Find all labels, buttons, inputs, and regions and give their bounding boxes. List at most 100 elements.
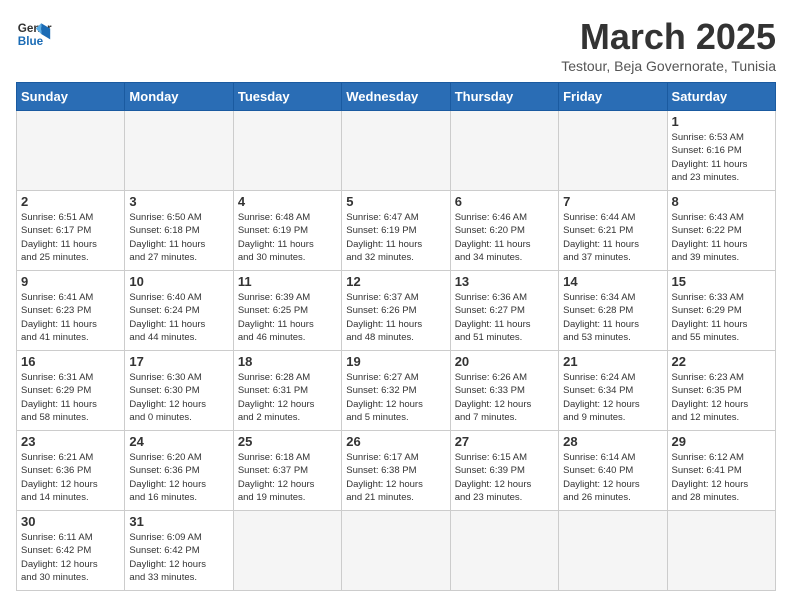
calendar-cell: 18Sunrise: 6:28 AM Sunset: 6:31 PM Dayli… xyxy=(233,351,341,431)
day-number: 13 xyxy=(455,274,554,289)
calendar-cell: 6 Sunrise: 6:46 AM Sunset: 6:20 PM Daylig… xyxy=(450,191,558,271)
day-info: Sunrise: 6:26 AM Sunset: 6:33 PM Dayligh… xyxy=(455,371,554,424)
day-number: 29 xyxy=(672,434,771,449)
calendar-cell: 24Sunrise: 6:20 AM Sunset: 6:36 PM Dayli… xyxy=(125,431,233,511)
day-info: Sunrise: 6:44 AM Sunset: 6:21 PM Dayligh… xyxy=(563,211,662,264)
calendar-cell: 28Sunrise: 6:14 AM Sunset: 6:40 PM Dayli… xyxy=(559,431,667,511)
calendar-cell xyxy=(450,111,558,191)
title-section: March 2025 Testour, Beja Governorate, Tu… xyxy=(561,16,776,74)
calendar-cell: 23 Sunrise: 6:21 AM Sunset: 6:36 PM Dayli… xyxy=(17,431,125,511)
calendar-cell: 30 Sunrise: 6:11 AM Sunset: 6:42 PM Dayli… xyxy=(17,511,125,591)
day-info: Sunrise: 6:43 AM Sunset: 6:22 PM Dayligh… xyxy=(672,211,771,264)
calendar-cell: 27Sunrise: 6:15 AM Sunset: 6:39 PM Dayli… xyxy=(450,431,558,511)
calendar-cell: 31 Sunrise: 6:09 AM Sunset: 6:42 PM Dayli… xyxy=(125,511,233,591)
day-number: 8 xyxy=(672,194,771,209)
day-number: 4 xyxy=(238,194,337,209)
week-row-3: 9Sunrise: 6:41 AM Sunset: 6:23 PM Daylig… xyxy=(17,271,776,351)
day-info: Sunrise: 6:23 AM Sunset: 6:35 PM Dayligh… xyxy=(672,371,771,424)
day-number: 25 xyxy=(238,434,337,449)
day-info: Sunrise: 6:33 AM Sunset: 6:29 PM Dayligh… xyxy=(672,291,771,344)
day-number: 6 xyxy=(455,194,554,209)
calendar-cell: 20Sunrise: 6:26 AM Sunset: 6:33 PM Dayli… xyxy=(450,351,558,431)
day-info: Sunrise: 6:48 AM Sunset: 6:19 PM Dayligh… xyxy=(238,211,337,264)
calendar-cell xyxy=(559,111,667,191)
day-info: Sunrise: 6:21 AM Sunset: 6:36 PM Dayligh… xyxy=(21,451,120,504)
day-info: Sunrise: 6:27 AM Sunset: 6:32 PM Dayligh… xyxy=(346,371,445,424)
calendar-cell: 12Sunrise: 6:37 AM Sunset: 6:26 PM Dayli… xyxy=(342,271,450,351)
week-row-1: 1Sunrise: 6:53 AM Sunset: 6:16 PM Daylig… xyxy=(17,111,776,191)
day-number: 3 xyxy=(129,194,228,209)
day-info: Sunrise: 6:51 AM Sunset: 6:17 PM Dayligh… xyxy=(21,211,120,264)
day-info: Sunrise: 6:11 AM Sunset: 6:42 PM Dayligh… xyxy=(21,531,120,584)
day-number: 19 xyxy=(346,354,445,369)
calendar-cell: 1Sunrise: 6:53 AM Sunset: 6:16 PM Daylig… xyxy=(667,111,775,191)
day-info: Sunrise: 6:14 AM Sunset: 6:40 PM Dayligh… xyxy=(563,451,662,504)
day-number: 17 xyxy=(129,354,228,369)
page-subtitle: Testour, Beja Governorate, Tunisia xyxy=(561,58,776,74)
calendar-cell: 13 Sunrise: 6:36 AM Sunset: 6:27 PM Dayli… xyxy=(450,271,558,351)
day-number: 9 xyxy=(21,274,120,289)
day-number: 23 xyxy=(21,434,120,449)
day-info: Sunrise: 6:20 AM Sunset: 6:36 PM Dayligh… xyxy=(129,451,228,504)
calendar-cell xyxy=(342,511,450,591)
svg-text:Blue: Blue xyxy=(18,35,44,48)
calendar-cell xyxy=(17,111,125,191)
calendar-cell: 17 Sunrise: 6:30 AM Sunset: 6:30 PM Dayli… xyxy=(125,351,233,431)
day-info: Sunrise: 6:39 AM Sunset: 6:25 PM Dayligh… xyxy=(238,291,337,344)
calendar-cell: 10 Sunrise: 6:40 AM Sunset: 6:24 PM Dayli… xyxy=(125,271,233,351)
day-number: 7 xyxy=(563,194,662,209)
logo-icon: General Blue xyxy=(16,16,52,52)
calendar-cell xyxy=(342,111,450,191)
day-number: 12 xyxy=(346,274,445,289)
calendar-cell: 26 Sunrise: 6:17 AM Sunset: 6:38 PM Dayli… xyxy=(342,431,450,511)
day-info: Sunrise: 6:34 AM Sunset: 6:28 PM Dayligh… xyxy=(563,291,662,344)
calendar-cell: 11 Sunrise: 6:39 AM Sunset: 6:25 PM Dayli… xyxy=(233,271,341,351)
calendar-cell: 19 Sunrise: 6:27 AM Sunset: 6:32 PM Dayli… xyxy=(342,351,450,431)
header-tuesday: Tuesday xyxy=(233,83,341,111)
day-number: 31 xyxy=(129,514,228,529)
header-thursday: Thursday xyxy=(450,83,558,111)
header-saturday: Saturday xyxy=(667,83,775,111)
day-number: 22 xyxy=(672,354,771,369)
day-info: Sunrise: 6:24 AM Sunset: 6:34 PM Dayligh… xyxy=(563,371,662,424)
day-info: Sunrise: 6:17 AM Sunset: 6:38 PM Dayligh… xyxy=(346,451,445,504)
calendar-cell xyxy=(125,111,233,191)
day-info: Sunrise: 6:46 AM Sunset: 6:20 PM Dayligh… xyxy=(455,211,554,264)
header-wednesday: Wednesday xyxy=(342,83,450,111)
calendar-cell: 2 Sunrise: 6:51 AM Sunset: 6:17 PM Daylig… xyxy=(17,191,125,271)
calendar-cell: 25Sunrise: 6:18 AM Sunset: 6:37 PM Dayli… xyxy=(233,431,341,511)
calendar-header-row: SundayMondayTuesdayWednesdayThursdayFrid… xyxy=(17,83,776,111)
day-number: 14 xyxy=(563,274,662,289)
calendar-cell: 29 Sunrise: 6:12 AM Sunset: 6:41 PM Dayli… xyxy=(667,431,775,511)
day-info: Sunrise: 6:12 AM Sunset: 6:41 PM Dayligh… xyxy=(672,451,771,504)
calendar-cell: 3Sunrise: 6:50 AM Sunset: 6:18 PM Daylig… xyxy=(125,191,233,271)
calendar-cell: 7 Sunrise: 6:44 AM Sunset: 6:21 PM Daylig… xyxy=(559,191,667,271)
calendar-table: SundayMondayTuesdayWednesdayThursdayFrid… xyxy=(16,82,776,591)
logo: General Blue xyxy=(16,16,52,52)
calendar-cell: 9Sunrise: 6:41 AM Sunset: 6:23 PM Daylig… xyxy=(17,271,125,351)
header-sunday: Sunday xyxy=(17,83,125,111)
calendar-cell: 8 Sunrise: 6:43 AM Sunset: 6:22 PM Daylig… xyxy=(667,191,775,271)
day-info: Sunrise: 6:28 AM Sunset: 6:31 PM Dayligh… xyxy=(238,371,337,424)
day-info: Sunrise: 6:09 AM Sunset: 6:42 PM Dayligh… xyxy=(129,531,228,584)
day-info: Sunrise: 6:36 AM Sunset: 6:27 PM Dayligh… xyxy=(455,291,554,344)
day-number: 30 xyxy=(21,514,120,529)
day-info: Sunrise: 6:40 AM Sunset: 6:24 PM Dayligh… xyxy=(129,291,228,344)
day-info: Sunrise: 6:53 AM Sunset: 6:16 PM Dayligh… xyxy=(672,131,771,184)
calendar-cell xyxy=(450,511,558,591)
day-number: 26 xyxy=(346,434,445,449)
day-number: 2 xyxy=(21,194,120,209)
calendar-cell: 15Sunrise: 6:33 AM Sunset: 6:29 PM Dayli… xyxy=(667,271,775,351)
calendar-cell: 5Sunrise: 6:47 AM Sunset: 6:19 PM Daylig… xyxy=(342,191,450,271)
day-number: 16 xyxy=(21,354,120,369)
calendar-cell: 16 Sunrise: 6:31 AM Sunset: 6:29 PM Dayli… xyxy=(17,351,125,431)
day-number: 10 xyxy=(129,274,228,289)
day-info: Sunrise: 6:30 AM Sunset: 6:30 PM Dayligh… xyxy=(129,371,228,424)
day-number: 5 xyxy=(346,194,445,209)
day-number: 11 xyxy=(238,274,337,289)
day-info: Sunrise: 6:31 AM Sunset: 6:29 PM Dayligh… xyxy=(21,371,120,424)
calendar-cell: 21 Sunrise: 6:24 AM Sunset: 6:34 PM Dayli… xyxy=(559,351,667,431)
day-number: 21 xyxy=(563,354,662,369)
week-row-5: 23 Sunrise: 6:21 AM Sunset: 6:36 PM Dayli… xyxy=(17,431,776,511)
calendar-cell xyxy=(667,511,775,591)
